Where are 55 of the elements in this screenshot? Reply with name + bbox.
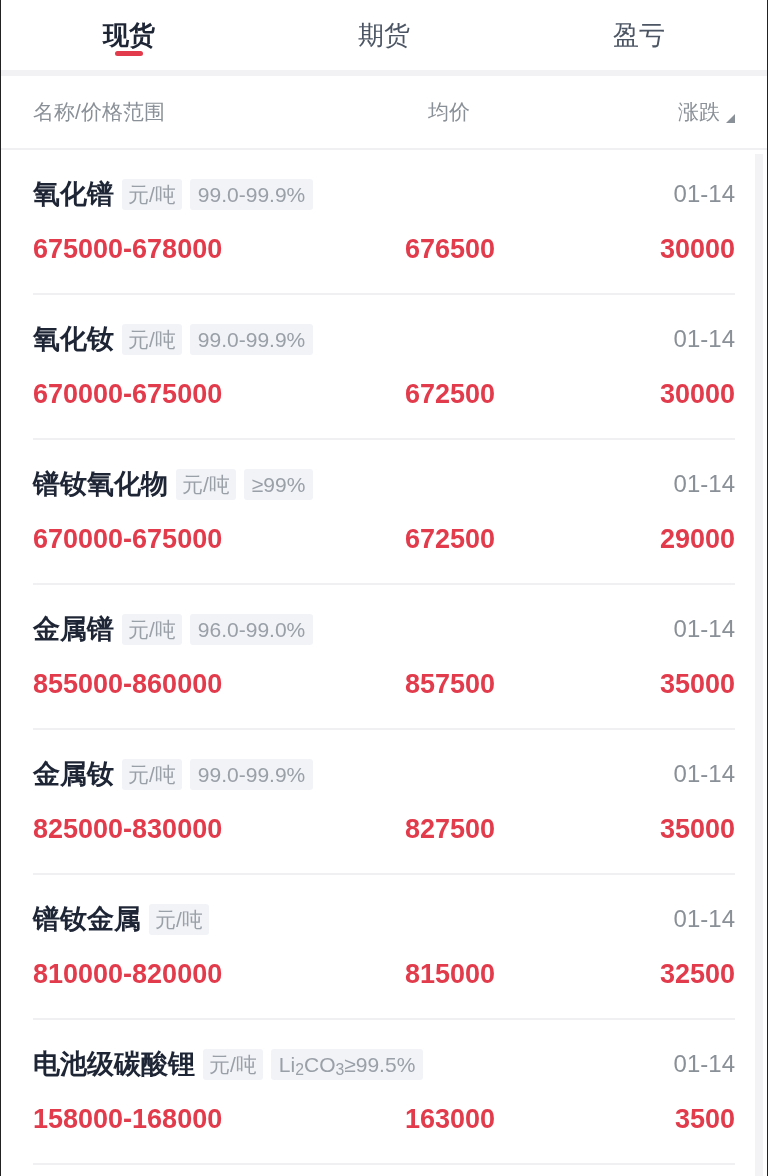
sort-triangle-icon (726, 113, 735, 123)
purity-tag: 99.0-99.9% (189, 323, 314, 355)
price-range: 670000-675000 (33, 522, 224, 556)
purity-tag: 99.0-99.9% (189, 178, 314, 210)
product-name: 氧化钕 (33, 323, 114, 356)
date: 01-14 (673, 1049, 735, 1080)
purity-tag: 96.0-99.0% (189, 613, 314, 645)
average-price: 676500 (403, 232, 495, 266)
product-name: 镨钕金属 (33, 903, 141, 936)
average-price: 672500 (403, 522, 495, 556)
unit-tag: 元/吨 (122, 178, 182, 210)
average-price: 827500 (403, 812, 495, 846)
column-header: 名称/价格范围 (33, 99, 166, 126)
price-change: 35000 (658, 667, 735, 701)
price-range: 675000-678000 (33, 232, 224, 266)
unit-tag: 元/吨 (149, 903, 209, 935)
price-range: 810000-820000 (33, 957, 224, 991)
tab[interactable]: 现货 (1, 0, 257, 70)
average-price: 857500 (403, 667, 495, 701)
date: 01-14 (673, 469, 735, 500)
tab-indicator (114, 51, 143, 56)
price-range: 670000-675000 (33, 377, 224, 411)
unit-tag: 元/吨 (203, 1048, 263, 1080)
average-price: 815000 (403, 957, 495, 991)
product-name: 氧化镨 (33, 178, 114, 211)
price-change: 32500 (658, 957, 735, 991)
unit-tag: 元/吨 (122, 613, 182, 645)
price-change: 30000 (658, 232, 735, 266)
product-name: 金属镨 (33, 613, 114, 646)
purity-tag: Li$_{2}$CO$_{3}$≥99.5% (270, 1048, 424, 1080)
column-header: 均价 (428, 99, 471, 126)
price-range: 158000-168000 (33, 1102, 224, 1136)
purity-tag: 99.0-99.9% (189, 758, 314, 790)
date: 01-14 (673, 324, 735, 355)
date: 01-14 (673, 759, 735, 790)
unit-tag: 元/吨 (122, 323, 182, 355)
price-change: 3500 (673, 1102, 735, 1136)
date: 01-14 (673, 614, 735, 645)
product-name: 金属钕 (33, 758, 114, 791)
product-name: 镨钕氧化物 (33, 468, 168, 501)
date: 01-14 (673, 904, 735, 935)
tab[interactable]: 期货 (256, 0, 512, 70)
purity-tag: ≥99% (243, 468, 314, 500)
date: 01-14 (673, 179, 735, 210)
unit-tag: 元/吨 (176, 468, 236, 500)
price-change: 30000 (658, 377, 735, 411)
price-range: 855000-860000 (33, 667, 224, 701)
product-name: 电池级碳酸锂 (33, 1048, 195, 1081)
tab[interactable]: 盈亏 (511, 0, 767, 70)
average-price: 672500 (403, 377, 495, 411)
price-range: 825000-830000 (33, 812, 224, 846)
price-change: 35000 (658, 812, 735, 846)
unit-tag: 元/吨 (122, 758, 182, 790)
price-change: 29000 (658, 522, 735, 556)
average-price: 163000 (403, 1102, 495, 1136)
